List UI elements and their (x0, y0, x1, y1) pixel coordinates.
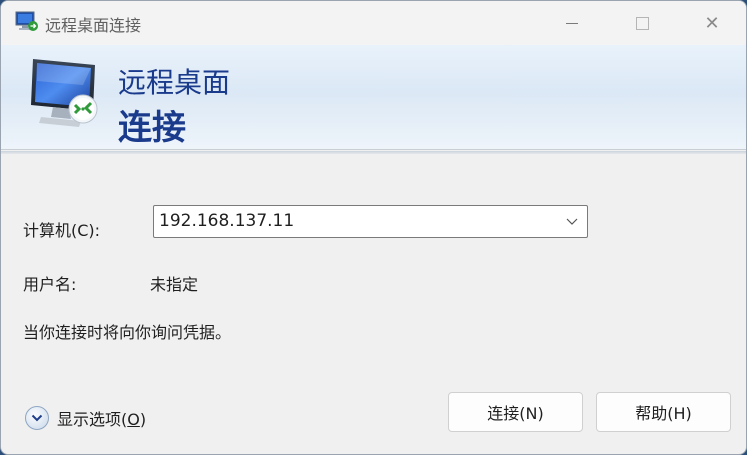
banner-title-secondary: 连接 (118, 108, 186, 148)
minimize-button[interactable] (537, 1, 607, 45)
minimize-icon (566, 22, 578, 24)
rdp-window: 远程桌面连接 ✕ 远程桌面 连接 计算机(C): 192.168.137.11 … (0, 0, 747, 455)
help-button[interactable]: 帮助(H) (596, 392, 731, 432)
expand-circle-icon[interactable] (25, 406, 49, 430)
show-options-toggle[interactable]: 显示选项(O) (25, 405, 146, 431)
window-title: 远程桌面连接 (45, 16, 142, 35)
maximize-button[interactable] (607, 1, 677, 45)
show-options-accesskey: O (127, 410, 140, 429)
close-button[interactable]: ✕ (677, 1, 746, 45)
computer-input[interactable]: 192.168.137.11 (159, 211, 294, 231)
header-banner: 远程桌面 连接 (1, 45, 746, 150)
show-options-text: 显示选项( (57, 410, 128, 429)
username-value: 未指定 (150, 275, 199, 294)
remote-desktop-icon (15, 11, 38, 31)
monitor-connect-icon (31, 59, 98, 127)
close-icon: ✕ (704, 12, 720, 34)
connect-button[interactable]: 连接(N) (448, 392, 583, 432)
title-bar[interactable]: 远程桌面连接 ✕ (1, 1, 746, 45)
show-options-suffix: ) (139, 410, 147, 429)
credentials-note: 当你连接时将向你询问凭据。 (23, 323, 232, 342)
chevron-down-icon[interactable] (565, 214, 579, 228)
computer-combobox[interactable]: 192.168.137.11 (153, 205, 588, 238)
maximize-icon (635, 16, 649, 30)
show-options-label[interactable]: 显示选项(O) (57, 406, 146, 430)
username-label: 用户名: (23, 275, 77, 294)
chevron-down-icon (31, 414, 43, 422)
banner-divider (1, 151, 746, 154)
computer-label: 计算机(C): (23, 221, 101, 240)
banner-title-primary: 远程桌面 (118, 66, 231, 99)
